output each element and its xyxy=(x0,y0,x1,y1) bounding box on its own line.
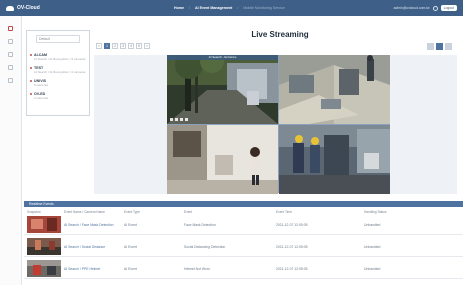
user-area: admin@ovcloud.com.tw Logout xyxy=(394,5,457,11)
layout-switcher xyxy=(427,43,452,50)
camera-controls xyxy=(170,118,188,121)
column-header: Event Name / Camera Name xyxy=(64,210,105,214)
status-badge: Unhandled xyxy=(364,266,381,271)
layout-3x3-icon[interactable] xyxy=(445,43,452,50)
event-type: AI Event xyxy=(124,222,137,227)
event-description: Face Mask Detection xyxy=(184,222,216,227)
settings-icon[interactable] xyxy=(8,78,13,83)
camera-feed[interactable] xyxy=(279,55,390,124)
page-button[interactable]: 4 xyxy=(128,43,134,49)
calendar-icon[interactable] xyxy=(8,65,13,70)
status-dot-icon xyxy=(30,54,32,56)
app-window: OV-Cloud Home / AI Event Management / Mo… xyxy=(0,0,463,285)
video-grid: AI Search - Entrance xyxy=(167,55,390,194)
table-row[interactable]: AI Search / Social Distance AI Event Soc… xyxy=(24,237,463,257)
column-header: Event Time xyxy=(276,210,292,214)
nav-ai-event-management[interactable]: AI Event Management xyxy=(195,6,232,10)
camera-image xyxy=(167,55,278,124)
breadcrumb-separator: / xyxy=(189,6,190,10)
device-subtitle: AI Search / AI Recognition / 2 cameras xyxy=(34,70,86,74)
app-logo[interactable]: OV-Cloud xyxy=(6,5,156,11)
events-panel-header[interactable]: Realtime Events xyxy=(24,201,463,207)
event-type: AI Event xyxy=(124,244,137,249)
logout-button[interactable]: Logout xyxy=(440,5,457,11)
status-badge: Unhandled xyxy=(364,244,381,249)
monitor-icon[interactable] xyxy=(8,26,13,31)
device-item[interactable]: UNIVIS 6 cameras xyxy=(30,79,86,87)
event-time: 2021-12-07 12:05:05 xyxy=(276,244,308,249)
event-time: 2021-12-07 12:05:05 xyxy=(276,266,308,271)
page-button[interactable]: 2 xyxy=(112,43,118,49)
nav-current-page: Mobile Monitoring Service xyxy=(243,6,285,10)
column-header: Event Type xyxy=(124,210,140,214)
device-subtitle: AI Search / AI Recognition / 5 cameras xyxy=(34,57,86,61)
event-name[interactable]: AI Search / PPE Helmet xyxy=(64,267,124,271)
camera-label: AI Search - Entrance xyxy=(167,55,278,60)
column-header: Event xyxy=(184,210,193,214)
page-button[interactable]: 3 xyxy=(120,43,126,49)
camera-image xyxy=(279,55,390,124)
camera-icon[interactable] xyxy=(8,39,13,44)
breadcrumb-separator: / xyxy=(237,6,239,10)
event-description: Social Distancing Detection xyxy=(184,244,226,249)
table-row[interactable]: AI Search / PPE Helmet AI Event Helmet N… xyxy=(24,259,463,279)
device-subtitle: 6 cameras xyxy=(34,83,49,87)
device-search-input[interactable]: Default xyxy=(36,35,80,43)
column-header: Handling Status xyxy=(364,210,387,214)
page-button[interactable]: 5 xyxy=(136,43,142,49)
device-item[interactable]: OV-ED 2 cameras xyxy=(30,92,86,100)
device-tree-panel: Default AI-CAM AI Search / AI Recognitio… xyxy=(26,30,90,116)
page-title: Live Streaming xyxy=(251,30,309,39)
event-snapshot[interactable] xyxy=(27,238,61,255)
camera-feed[interactable] xyxy=(279,125,390,194)
breadcrumb: Home / AI Event Management / Mobile Moni… xyxy=(174,6,285,10)
status-dot-icon xyxy=(30,93,32,95)
video-area: AI Search - Entrance xyxy=(94,55,457,194)
pagination: < 1 2 3 4 5 > xyxy=(96,43,150,49)
event-snapshot[interactable] xyxy=(27,216,61,233)
event-type: AI Event xyxy=(124,266,137,271)
app-name: OV-Cloud xyxy=(17,5,40,11)
event-snapshot[interactable] xyxy=(27,260,61,277)
gear-icon[interactable] xyxy=(432,5,438,11)
nav-home[interactable]: Home xyxy=(174,6,184,10)
status-dot-icon xyxy=(30,67,32,69)
snapshot-icon[interactable] xyxy=(180,118,183,121)
status-badge: Unhandled xyxy=(364,222,381,227)
camera-feed[interactable] xyxy=(167,125,278,194)
left-rail xyxy=(0,16,22,285)
camera-image xyxy=(279,125,390,194)
layout-1x1-icon[interactable] xyxy=(427,43,434,50)
event-name[interactable]: AI Search / Social Distance xyxy=(64,245,124,249)
device-subtitle: 2 cameras xyxy=(34,96,49,100)
event-description: Helmet Not Worn xyxy=(184,266,210,271)
layout-2x2-icon[interactable] xyxy=(436,43,443,50)
page-next-button[interactable]: > xyxy=(144,43,150,49)
list-icon[interactable] xyxy=(8,52,13,57)
sound-icon[interactable] xyxy=(175,118,178,121)
device-item[interactable]: TEST AI Search / AI Recognition / 2 came… xyxy=(30,66,86,74)
camera-feed[interactable]: AI Search - Entrance xyxy=(167,55,278,124)
table-row[interactable]: AI Search / Face Mask Detection AI Event… xyxy=(24,215,463,235)
event-time: 2021-12-07 12:05:05 xyxy=(276,222,308,227)
cloud-icon xyxy=(6,5,14,11)
event-name[interactable]: AI Search / Face Mask Detection xyxy=(64,223,124,227)
top-bar: OV-Cloud Home / AI Event Management / Mo… xyxy=(0,0,463,16)
user-email: admin@ovcloud.com.tw xyxy=(393,6,430,10)
status-dot-icon xyxy=(30,80,32,82)
play-icon[interactable] xyxy=(170,118,173,121)
page-button[interactable]: 1 xyxy=(104,43,110,49)
camera-image xyxy=(167,125,278,194)
device-item[interactable]: AI-CAM AI Search / AI Recognition / 5 ca… xyxy=(30,53,86,61)
column-header: Snapshot xyxy=(27,210,41,214)
record-icon[interactable] xyxy=(185,118,188,121)
page-prev-button[interactable]: < xyxy=(96,43,102,49)
